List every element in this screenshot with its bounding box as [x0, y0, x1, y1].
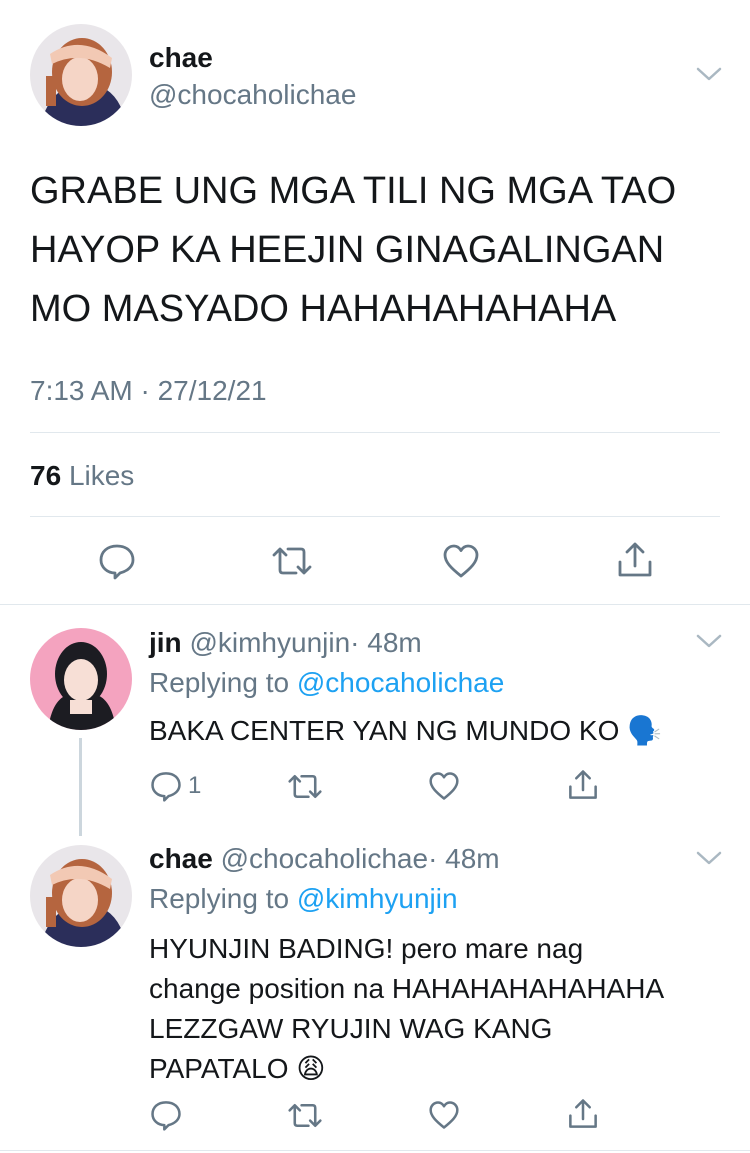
tweet-text-line: GRABE UNG MGA TILI NG MGA TAO [30, 170, 677, 212]
likes-label: Likes [68, 460, 135, 491]
retweet-icon[interactable] [270, 544, 314, 578]
share-icon[interactable] [567, 768, 599, 802]
author-name[interactable]: chae [149, 843, 213, 874]
divider [30, 516, 720, 517]
avatar[interactable] [30, 845, 132, 947]
chevron-down-icon[interactable] [696, 66, 722, 82]
divider [30, 432, 720, 433]
tweet-text-line: MO MASYADO HAHAHAHAHAHA [30, 288, 617, 330]
author-name[interactable]: chae [149, 42, 213, 74]
chevron-down-icon[interactable] [696, 633, 722, 649]
replying-to: Replying to @kimhyunjin [149, 883, 458, 915]
reply-text: HYUNJIN BADING! pero mare nag change pos… [149, 929, 664, 1089]
reply-text-line: LEZZGAW RYUJIN WAG KANG [149, 1013, 553, 1044]
retweet-icon[interactable] [286, 772, 324, 801]
reply-text-line: HYUNJIN BADING! pero mare nag [149, 933, 584, 964]
likes-count: 76 [30, 460, 62, 491]
reply-time[interactable]: · 48m [428, 843, 500, 874]
reply-text-line: change position na HAHAHAHAHAHAHA [149, 973, 665, 1004]
author-handle[interactable]: @chocaholichae [221, 843, 428, 874]
share-icon[interactable] [616, 540, 654, 580]
reply-text-line: PAPATALO 😩 [149, 1053, 326, 1084]
thread-connector-line [79, 738, 82, 836]
author-handle[interactable]: @chocaholichae [149, 79, 356, 111]
tweet-text: GRABE UNG MGA TILI NG MGA TAO HAYOP KA H… [30, 162, 676, 339]
avatar[interactable] [30, 24, 132, 126]
heart-icon[interactable] [442, 543, 480, 579]
chevron-down-icon[interactable] [696, 850, 722, 866]
reply-time[interactable]: · 48m [350, 627, 422, 658]
likes-stat[interactable]: 76 Likes [30, 460, 134, 492]
replying-to: Replying to @chocaholichae [149, 667, 504, 699]
section-divider [0, 604, 750, 605]
author-handle[interactable]: @kimhyunjin [189, 627, 350, 658]
replying-handle-link[interactable]: @chocaholichae [297, 667, 504, 698]
tweet-text-line: HAYOP KA HEEJIN GINAGALINGAN [30, 229, 665, 271]
reply-icon[interactable] [98, 542, 136, 580]
avatar[interactable] [30, 628, 132, 730]
replying-prefix: Replying to [149, 883, 290, 914]
reply-count: 1 [188, 772, 202, 799]
author-name[interactable]: jin [149, 627, 182, 658]
retweet-icon[interactable] [286, 1101, 324, 1130]
heart-icon[interactable] [428, 1100, 460, 1130]
share-icon[interactable] [567, 1097, 599, 1131]
reply-header: jin @kimhyunjin· 48m [149, 627, 422, 659]
section-divider [0, 1150, 750, 1151]
reply-icon[interactable] [150, 770, 182, 802]
heart-icon[interactable] [428, 771, 460, 801]
reply-text: BAKA CENTER YAN NG MUNDO KO 🗣️ [149, 715, 663, 746]
reply-header: chae @chocaholichae· 48m [149, 843, 500, 875]
tweet-timestamp[interactable]: 7:13 AM · 27/12/21 [30, 375, 267, 407]
replying-handle-link[interactable]: @kimhyunjin [297, 883, 458, 914]
replying-prefix: Replying to [149, 667, 290, 698]
reply-icon[interactable] [150, 1099, 182, 1131]
